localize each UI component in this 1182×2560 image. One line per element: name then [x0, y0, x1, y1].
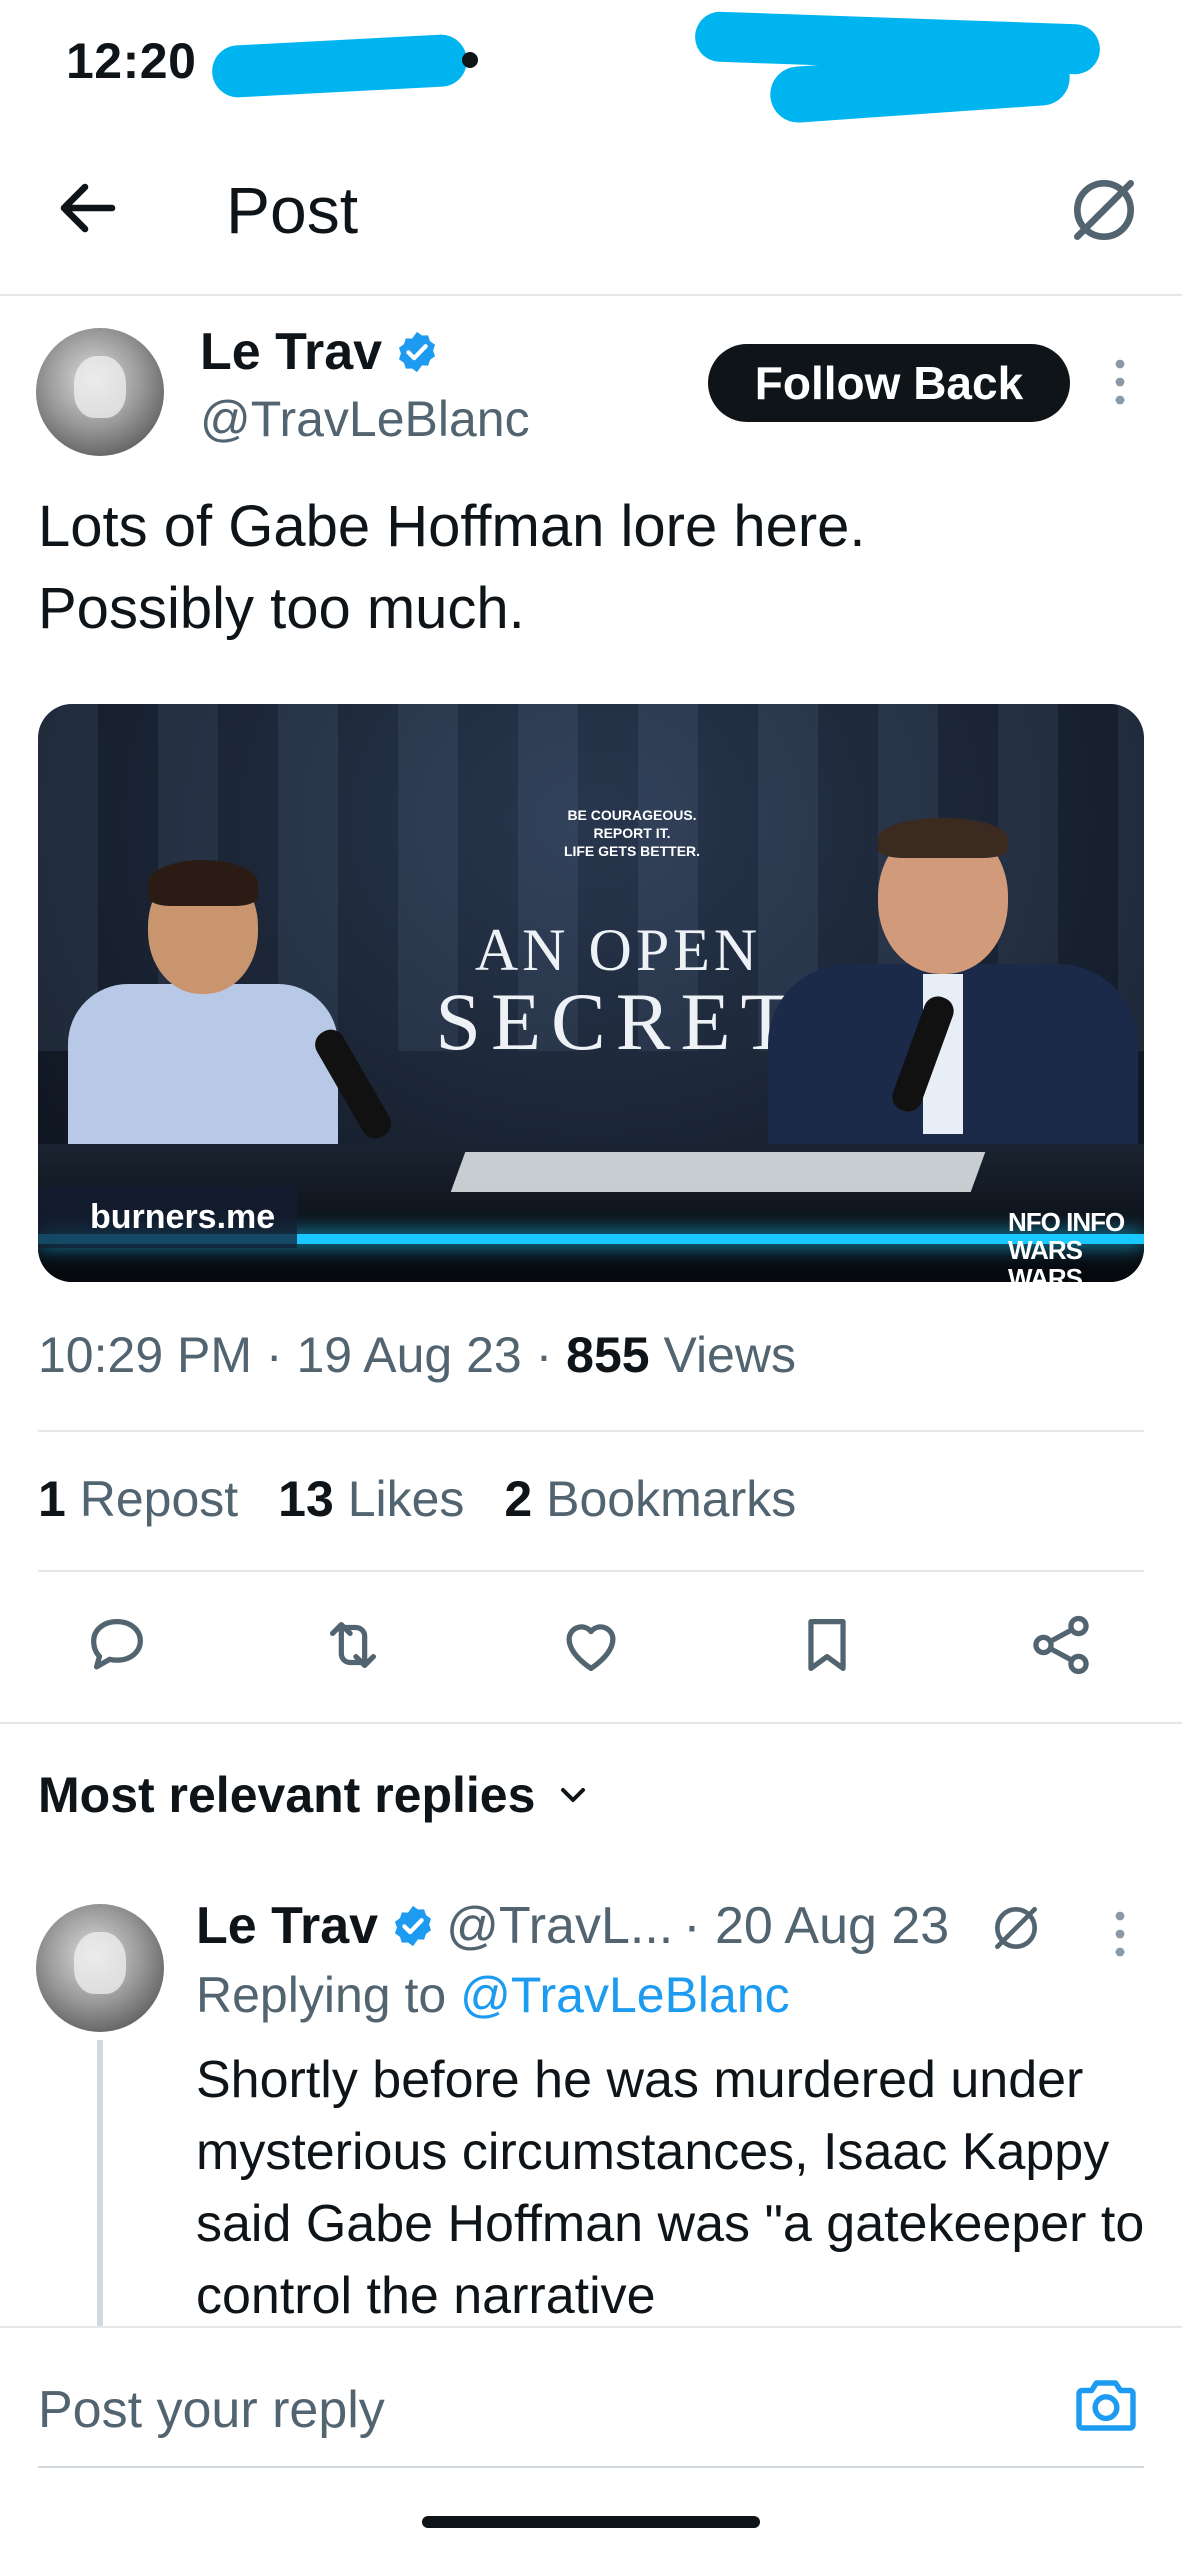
person-right	[758, 818, 1138, 1164]
more-vertical-icon[interactable]	[1100, 352, 1140, 412]
section-divider	[0, 1722, 1182, 1724]
reply-author-name[interactable]: Le Trav	[196, 1896, 378, 1956]
status-dot	[462, 52, 478, 68]
sign-small-line: Report it.	[593, 825, 671, 841]
replying-to-mention[interactable]: @TravLeBlanc	[460, 1967, 790, 2023]
follow-back-button[interactable]: Follow Back	[708, 344, 1070, 422]
replying-to: Replying to @TravLeBlanc	[196, 1966, 790, 2024]
bookmarks-stat[interactable]: 2 Bookmarks	[504, 1470, 796, 1528]
replying-to-prefix: Replying to	[196, 1967, 447, 2023]
top-app-bar: Post	[0, 120, 1182, 296]
papers	[450, 1152, 986, 1192]
views-label: Views	[663, 1327, 796, 1383]
heart-icon[interactable]	[556, 1610, 626, 1680]
reposts-count: 1	[38, 1471, 66, 1527]
verified-badge-icon	[395, 1905, 432, 1947]
bookmarks-label: Bookmarks	[546, 1471, 797, 1527]
reply-icon[interactable]	[82, 1610, 152, 1680]
redaction-scribble	[210, 33, 469, 99]
sign-small-line: Life gets better.	[563, 843, 701, 859]
likes-label: Likes	[347, 1471, 465, 1527]
bookmark-icon[interactable]	[792, 1610, 862, 1680]
grok-icon[interactable]	[1064, 170, 1144, 250]
bookmarks-count: 2	[504, 1471, 533, 1527]
separator: ·	[535, 1327, 567, 1383]
arrow-left-icon[interactable]	[52, 172, 124, 244]
page-title: Post	[226, 173, 359, 247]
post-meta: 10:29 PM · 19 Aug 23 · 855 Views	[38, 1326, 796, 1384]
thread-line	[97, 2040, 103, 2330]
reply-text: Shortly before he was murdered under mys…	[196, 2051, 1145, 2324]
share-icon[interactable]	[1026, 1610, 1096, 1680]
author-handle[interactable]: @TravLeBlanc	[200, 390, 530, 448]
post-date: 19 Aug 23	[296, 1327, 522, 1383]
reply-author-handle[interactable]: @TravL...	[446, 1896, 673, 1956]
reposts-stat[interactable]: 1 Repost	[38, 1470, 238, 1528]
reply-avatar[interactable]	[36, 1904, 164, 2032]
post-text-line: Lots of Gabe Hoffman lore here.	[38, 494, 866, 559]
sign-small-line: Be courageous.	[567, 807, 697, 823]
post-time: 10:29 PM	[38, 1327, 253, 1383]
home-indicator[interactable]	[422, 2516, 760, 2528]
replies-sort-label: Most relevant replies	[38, 1767, 536, 1823]
logo-line: NFO INFO	[1008, 1207, 1125, 1237]
likes-stat[interactable]: 13 Likes	[278, 1470, 464, 1528]
reposts-label: Repost	[79, 1471, 239, 1527]
more-vertical-icon[interactable]	[1100, 1904, 1140, 1964]
engagement-stats: 1 Repost 13 Likes 2 Bookmarks	[38, 1470, 796, 1528]
set-sign-small: Be courageous. Report it. Life gets bett…	[522, 806, 742, 860]
post-text: Lots of Gabe Hoffman lore here. Possibly…	[38, 486, 1138, 650]
composer-underline	[38, 2466, 1144, 2468]
post-media-video[interactable]: Be courageous. Report it. Life gets bett…	[38, 704, 1144, 1282]
separator: ·	[265, 1327, 297, 1383]
reply-date: · 20 Aug 23	[683, 1897, 950, 1955]
chevron-down-icon	[561, 1788, 586, 1802]
status-bar: 12:20	[0, 0, 1182, 125]
replies-sort-dropdown[interactable]: Most relevant replies	[38, 1766, 593, 1824]
reply-composer: Post your reply	[0, 2326, 1182, 2468]
divider	[38, 1430, 1144, 1432]
media-watermark: burners.me	[38, 1186, 298, 1248]
camera-icon[interactable]	[1070, 2368, 1142, 2440]
reply-input[interactable]: Post your reply	[38, 2380, 385, 2440]
action-bar	[0, 1590, 1182, 1700]
logo-line: WARS WARS	[1008, 1235, 1083, 1282]
author-name-row[interactable]: Le Trav	[200, 322, 440, 382]
person-left	[68, 860, 338, 1164]
grok-icon[interactable]	[988, 1900, 1044, 1956]
likes-count: 13	[278, 1471, 334, 1527]
verified-badge-icon	[399, 331, 436, 373]
reply-header: Le Trav @TravL... · 20 Aug 23	[196, 1896, 949, 1956]
status-time: 12:20	[66, 33, 197, 89]
divider	[38, 1570, 1144, 1572]
author-name[interactable]: Le Trav	[200, 322, 382, 382]
views-count: 855	[566, 1327, 650, 1383]
repost-icon[interactable]	[318, 1610, 388, 1680]
avatar[interactable]	[36, 328, 164, 456]
post-text-line: Possibly too much.	[38, 576, 525, 641]
channel-logo: NFO INFO WARS WARS	[1008, 1208, 1138, 1282]
